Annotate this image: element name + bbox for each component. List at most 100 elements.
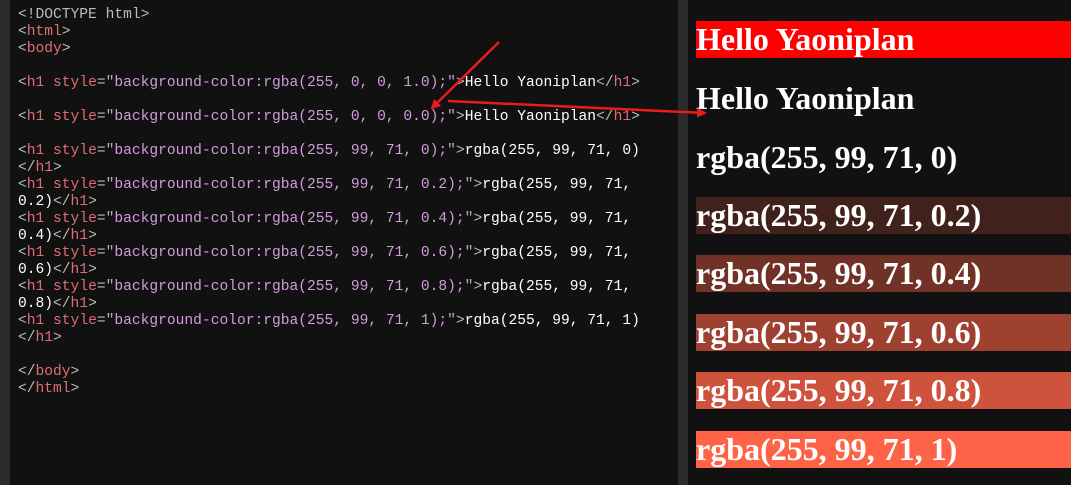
code-line[interactable]: <h1 style="background-color:rgba(255, 0,… (18, 75, 668, 92)
code-line[interactable]: 0.4)</h1> (18, 228, 668, 245)
code-token-attr: style (53, 245, 97, 261)
code-token-br: < (18, 24, 27, 40)
code-token-txt: rgba(255, 99, 71, (482, 245, 632, 261)
code-token-tag: h1 (26, 109, 45, 125)
code-token-attr: style (53, 75, 97, 91)
code-token-br: = (96, 313, 106, 329)
code-token-val: "background-color:rgba(255, 99, 71, 0);" (105, 143, 456, 159)
code-token-br: > (70, 381, 80, 397)
code-token-val: "background-color:rgba(255, 99, 71, 1);" (105, 313, 456, 329)
code-token-attr: style (53, 313, 97, 329)
code-line[interactable]: 0.6)</h1> (18, 262, 668, 279)
code-token-br: > (473, 211, 483, 227)
code-token-val: "background-color:rgba(255, 99, 71, 0.8)… (105, 279, 474, 295)
code-line[interactable]: <html> (18, 24, 668, 41)
code-token-br: > (473, 245, 483, 261)
code-token-br: < (18, 211, 27, 227)
preview-heading-7: rgba(255, 99, 71, 0.8) (696, 372, 1071, 409)
code-line[interactable]: <h1 style="background-color:rgba(255, 99… (18, 143, 668, 160)
code-line[interactable]: </html> (18, 381, 668, 398)
code-token-tag: h1 (26, 75, 45, 91)
code-token-br: < (18, 75, 27, 91)
code-token-tag: html (26, 24, 62, 40)
code-token-val: "background-color:rgba(255, 99, 71, 0.4)… (105, 211, 474, 227)
code-token-tag: h1 (70, 228, 89, 244)
code-token-txt: 0.6) (18, 262, 54, 278)
code-line[interactable]: </h1> (18, 330, 668, 347)
code-line[interactable]: 0.8)</h1> (18, 296, 668, 313)
code-line[interactable] (18, 126, 668, 143)
preview-heading-8: rgba(255, 99, 71, 1) (696, 431, 1071, 468)
code-token-txt: 0.2) (18, 194, 54, 210)
code-token-val: "background-color:rgba(255, 0, 0, 1.0);" (105, 75, 456, 91)
code-token-tag: h1 (70, 296, 89, 312)
code-token-attr: style (53, 109, 97, 125)
code-token-br: </ (53, 262, 71, 278)
code-token-txt: Hello Yaoniplan (464, 109, 597, 125)
code-token-br: </ (18, 381, 36, 397)
code-token-br: < (18, 41, 27, 57)
code-token-tag: h1 (26, 211, 45, 227)
code-line[interactable]: <h1 style="background-color:rgba(255, 99… (18, 211, 668, 228)
code-token-txt: 0.8) (18, 296, 54, 312)
code-token-br: > (455, 75, 465, 91)
code-token-txt: Hello Yaoniplan (464, 75, 597, 91)
pane-divider[interactable] (678, 0, 688, 485)
code-token-br: </ (18, 160, 36, 176)
code-token-br: > (88, 194, 97, 210)
code-token-attr: style (53, 177, 97, 193)
code-editor[interactable]: <!DOCTYPE html> <html> <body> <h1 style="b… (10, 0, 678, 485)
code-token-tag: h1 (26, 313, 45, 329)
code-token-br: > (473, 279, 483, 295)
code-line[interactable]: <!DOCTYPE html> (18, 7, 668, 24)
code-token-br: > (53, 330, 62, 346)
code-line[interactable]: <h1 style="background-color:rgba(255, 99… (18, 177, 668, 194)
code-token-tag: h1 (70, 194, 89, 210)
code-token-tag: h1 (35, 330, 54, 346)
code-token-br: < (18, 279, 27, 295)
code-token-tag: h1 (26, 177, 45, 193)
code-token-br: < (18, 109, 27, 125)
code-token-br: = (96, 279, 106, 295)
code-token-br: </ (596, 75, 614, 91)
code-token-val: "background-color:rgba(255, 99, 71, 0.6)… (105, 245, 474, 261)
code-line[interactable]: <body> (18, 41, 668, 58)
code-token-br: </ (53, 296, 71, 312)
code-token-br: > (70, 364, 80, 380)
code-lines[interactable]: <!DOCTYPE html> <html> <body> <h1 style="b… (18, 7, 668, 398)
code-token-txt: rgba(255, 99, 71, 1) (464, 313, 640, 329)
code-line[interactable] (18, 58, 668, 75)
code-line[interactable]: </h1> (18, 160, 668, 177)
code-line[interactable]: <h1 style="background-color:rgba(255, 0,… (18, 109, 668, 126)
code-token-txt: 0.4) (18, 228, 54, 244)
code-token-br: < (18, 245, 27, 261)
code-token-br: > (61, 24, 71, 40)
code-token-br: = (96, 109, 106, 125)
code-line[interactable] (18, 92, 668, 109)
code-token-txt: rgba(255, 99, 71, 0) (464, 143, 640, 159)
preview-heading-5: rgba(255, 99, 71, 0.4) (696, 255, 1071, 292)
code-token-attr: style (53, 211, 97, 227)
code-token-br: > (53, 160, 62, 176)
code-line[interactable]: </body> (18, 364, 668, 381)
code-line[interactable]: <h1 style="background-color:rgba(255, 99… (18, 313, 668, 330)
code-token-tag: h1 (613, 75, 632, 91)
code-token-tag: h1 (26, 143, 45, 159)
code-line[interactable]: <h1 style="background-color:rgba(255, 99… (18, 279, 668, 296)
code-token-br: > (631, 75, 640, 91)
code-token-val: "background-color:rgba(255, 0, 0, 0.0);" (105, 109, 456, 125)
code-token-tag: h1 (26, 279, 45, 295)
code-token-br: > (631, 109, 640, 125)
code-token-br: < (18, 177, 27, 193)
render-preview: Hello Yaoniplan Hello Yaoniplan rgba(255, … (688, 0, 1071, 485)
code-line[interactable] (18, 347, 668, 364)
code-line[interactable]: 0.2)</h1> (18, 194, 668, 211)
code-token-br: > (88, 262, 97, 278)
code-token-txt: rgba(255, 99, 71, (482, 279, 632, 295)
code-line[interactable]: <h1 style="background-color:rgba(255, 99… (18, 245, 668, 262)
